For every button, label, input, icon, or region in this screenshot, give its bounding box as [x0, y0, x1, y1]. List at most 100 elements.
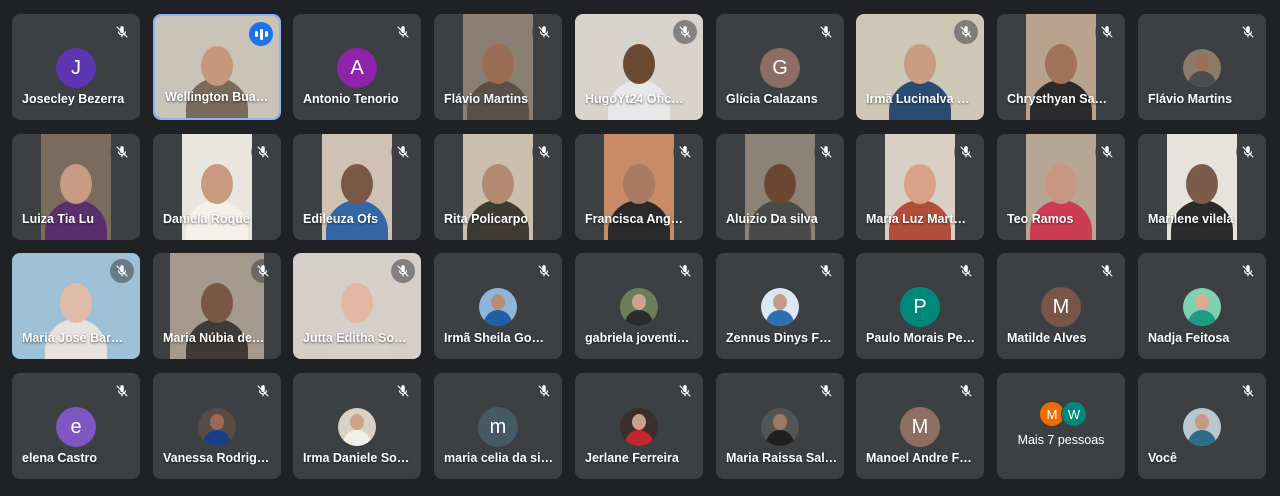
participant-tile[interactable]: Jerlane Ferreira	[575, 373, 703, 479]
participant-name: Glícia Calazans	[726, 92, 818, 106]
participant-name: Marilene vilela	[1148, 212, 1234, 226]
participant-tile[interactable]: Irma Daniele So…	[293, 373, 421, 479]
participant-tile[interactable]: M Matilde Alves	[997, 253, 1125, 359]
mic-off-icon	[532, 140, 556, 164]
participant-name: Irmã Sheila Go…	[444, 331, 545, 345]
participant-name: Você	[1148, 451, 1177, 465]
mic-off-icon	[814, 259, 838, 283]
avatar	[1183, 408, 1221, 446]
participant-tile[interactable]: M Manoel Andre F…	[856, 373, 984, 479]
mic-off-icon	[110, 20, 134, 44]
participant-tile[interactable]: Marilene vilela	[1138, 134, 1266, 240]
mic-off-icon	[673, 379, 697, 403]
participant-tile[interactable]: G Glícia Calazans	[716, 14, 844, 120]
participant-tile[interactable]: gabriela joventi…	[575, 253, 703, 359]
participant-tile[interactable]: Você	[1138, 373, 1266, 479]
participant-tile[interactable]: J Josecley Bezerra	[12, 14, 140, 120]
participant-grid: J Josecley Bezerra Wellington Bua… A Antonio…	[0, 0, 1280, 496]
mic-off-icon	[532, 259, 556, 283]
participant-tile[interactable]: Luiza Tia Lu	[12, 134, 140, 240]
participant-name: maria celia da si…	[444, 451, 554, 465]
avatar: J	[56, 48, 96, 88]
participant-name: Teo Ramos	[1007, 212, 1074, 226]
participant-name: HugoYt24 Ofic…	[585, 92, 684, 106]
participant-tile[interactable]: Zennus Dinys F…	[716, 253, 844, 359]
avatar	[479, 288, 517, 326]
participant-tile[interactable]: Irmã Sheila Go…	[434, 253, 562, 359]
participant-name: Maria José Bar…	[22, 331, 124, 345]
participant-tile[interactable]: P Paulo Morais Pe…	[856, 253, 984, 359]
mic-off-icon	[1095, 140, 1119, 164]
participant-tile[interactable]: Francisca Ang…	[575, 134, 703, 240]
participant-tile[interactable]: Maria Luz Mart…	[856, 134, 984, 240]
mic-off-icon	[673, 259, 697, 283]
mic-off-icon	[1236, 140, 1260, 164]
participant-tile[interactable]: m maria celia da si…	[434, 373, 562, 479]
mic-off-icon	[814, 20, 838, 44]
participant-name: Francisca Ang…	[585, 212, 684, 226]
avatar: G	[760, 48, 800, 88]
participant-name: gabriela joventi…	[585, 331, 690, 345]
participant-name: Manoel Andre F…	[866, 451, 972, 465]
participant-name: Daniela Roque	[163, 212, 250, 226]
participant-tile[interactable]: Maria Raissa Sal…	[716, 373, 844, 479]
mic-off-icon	[814, 379, 838, 403]
participant-tile[interactable]: Irmã Lucinalva …	[856, 14, 984, 120]
avatar	[338, 408, 376, 446]
participant-name: Nadja Feitosa	[1148, 331, 1230, 345]
mic-off-icon	[110, 140, 134, 164]
participant-tile[interactable]: A Antonio Tenorio	[293, 14, 421, 120]
avatar: M	[900, 407, 940, 447]
participant-tile[interactable]: HugoYt24 Ofic…	[575, 14, 703, 120]
participant-tile[interactable]: Nadja Feitosa	[1138, 253, 1266, 359]
more-participants-avatars: MW	[1039, 401, 1089, 427]
participant-name: Flávio Martins	[1148, 92, 1233, 106]
participant-name: Maria Raissa Sal…	[726, 451, 838, 465]
avatar	[198, 408, 236, 446]
participant-tile[interactable]: Flávio Martins	[434, 14, 562, 120]
mic-off-icon	[251, 259, 275, 283]
avatar: M	[1041, 287, 1081, 327]
mic-off-icon	[391, 140, 415, 164]
mic-off-icon	[110, 379, 134, 403]
participant-name: Wellington Bua…	[165, 90, 269, 104]
participant-tile[interactable]: Aluizio Da silva	[716, 134, 844, 240]
mic-off-icon	[1236, 20, 1260, 44]
avatar: e	[56, 407, 96, 447]
participant-tile[interactable]: Daniela Roque	[153, 134, 281, 240]
participant-name: Maria Núbia de…	[163, 331, 265, 345]
participant-name: Irma Daniele So…	[303, 451, 410, 465]
mic-off-icon	[954, 20, 978, 44]
mic-off-icon	[1095, 259, 1119, 283]
participant-name: Jerlane Ferreira	[585, 451, 679, 465]
avatar	[620, 408, 658, 446]
mic-off-icon	[391, 379, 415, 403]
participant-tile[interactable]: M W Mais 7 pessoas	[997, 373, 1125, 479]
participant-tile[interactable]: Rita Policarpo	[434, 134, 562, 240]
participant-tile[interactable]: Edileuza Ofs	[293, 134, 421, 240]
avatar	[761, 408, 799, 446]
mic-off-icon	[251, 140, 275, 164]
participant-tile[interactable]: Flávio Martins	[1138, 14, 1266, 120]
avatar: P	[900, 287, 940, 327]
participant-name: Rita Policarpo	[444, 212, 529, 226]
participant-tile[interactable]: Maria Núbia de…	[153, 253, 281, 359]
participant-name: Edileuza Ofs	[303, 212, 379, 226]
participant-name: Aluizio Da silva	[726, 212, 818, 226]
mic-off-icon	[391, 20, 415, 44]
participant-tile[interactable]: Vanessa Rodrig…	[153, 373, 281, 479]
avatar	[1183, 49, 1221, 87]
mic-off-icon	[1236, 259, 1260, 283]
participant-name: Maria Luz Mart…	[866, 212, 967, 226]
participant-tile[interactable]: Maria José Bar…	[12, 253, 140, 359]
participant-tile[interactable]: Teo Ramos	[997, 134, 1125, 240]
participant-name: Josecley Bezerra	[22, 92, 125, 106]
participant-tile[interactable]: Wellington Bua…	[153, 14, 281, 120]
participant-name: Matilde Alves	[1007, 331, 1087, 345]
mic-off-icon	[954, 140, 978, 164]
participant-tile[interactable]: Chrysthyan Sa…	[997, 14, 1125, 120]
mic-off-icon	[954, 259, 978, 283]
participant-tile[interactable]: Jutta Editha So…	[293, 253, 421, 359]
mic-off-icon	[673, 140, 697, 164]
participant-tile[interactable]: e elena Castro	[12, 373, 140, 479]
